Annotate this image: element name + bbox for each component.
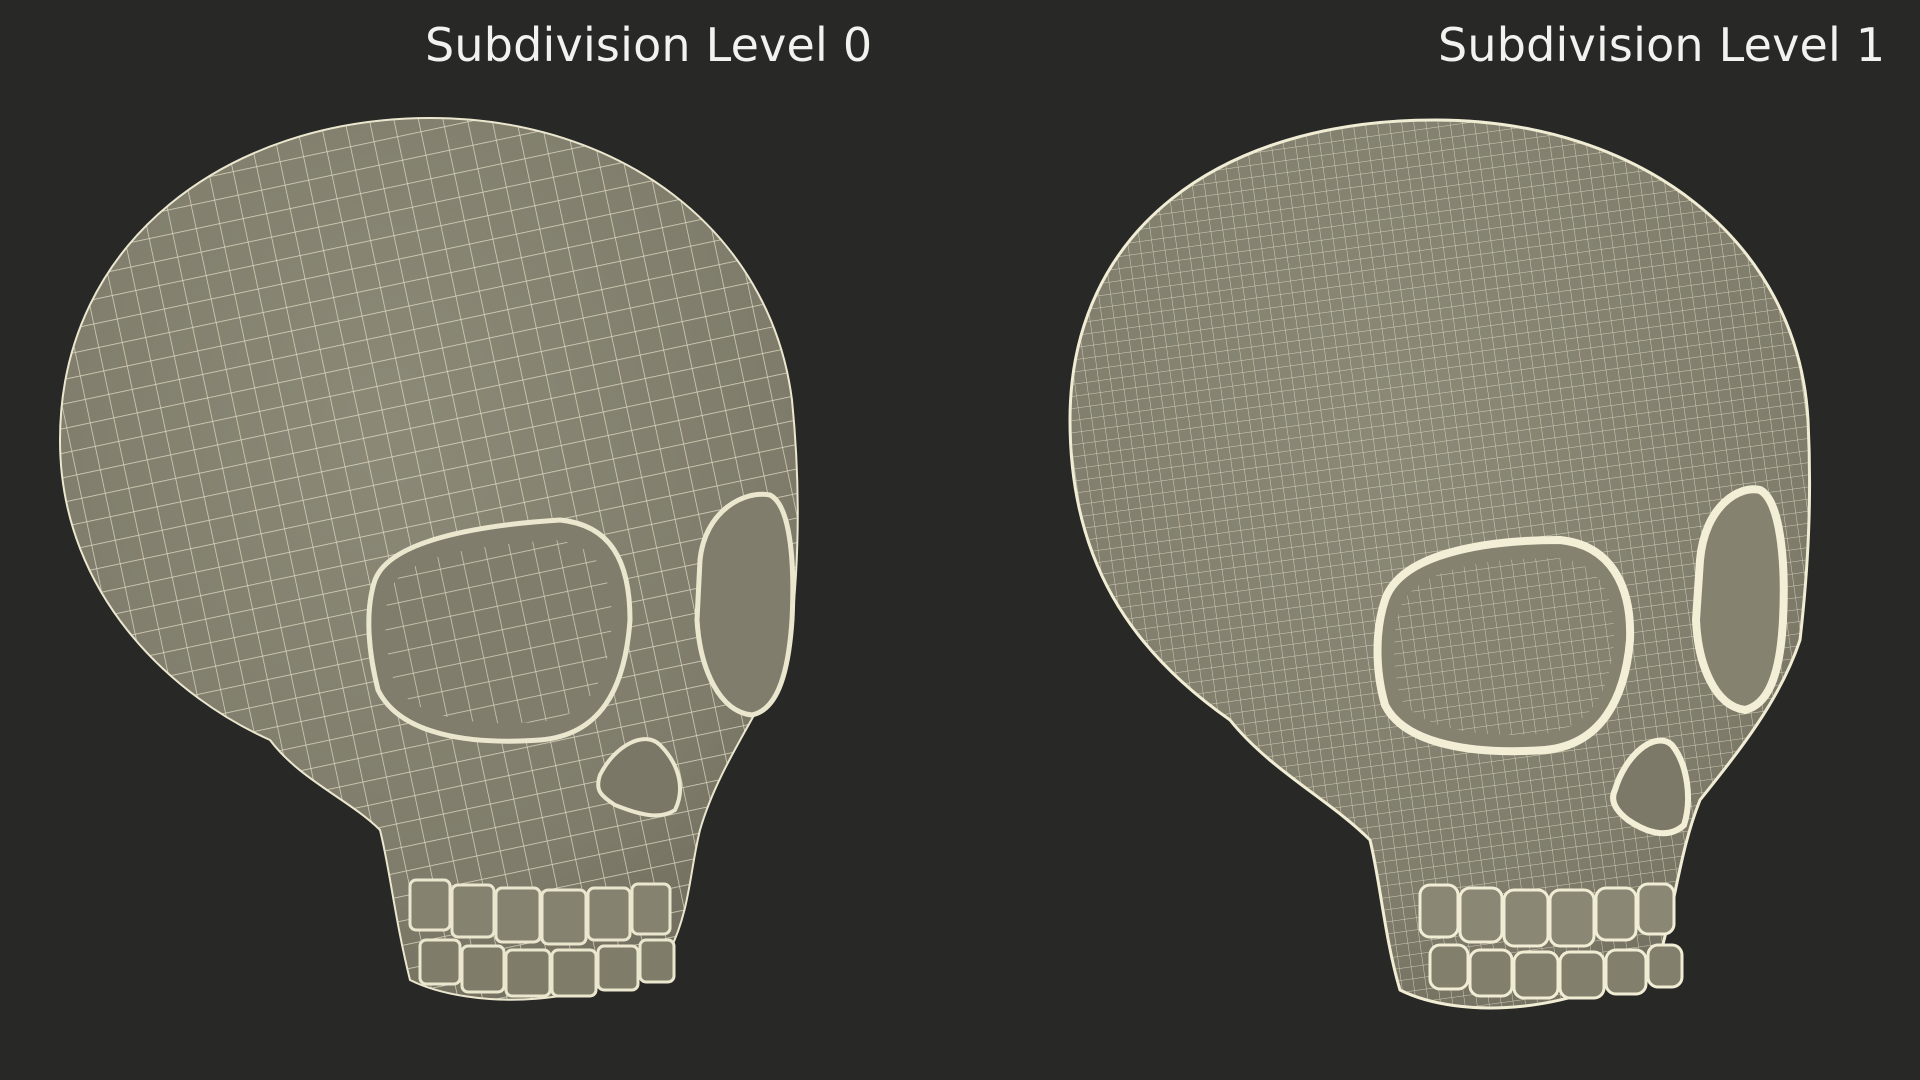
skull-mesh [1068,118,1812,1010]
eye-socket-right [1691,485,1788,715]
render-viewport: Subdivision Level 0 Subdivision Level 1 [0,0,1920,1080]
skull-mesh [58,116,799,1001]
wireframe-skull-render [1068,118,1812,1010]
eye-socket-right [694,491,796,718]
panel-subdivision-0: Subdivision Level 0 [0,0,960,1080]
panel-subdivision-1: Subdivision Level 1 [960,0,1920,1080]
wireframe-skull-render [58,116,799,1001]
